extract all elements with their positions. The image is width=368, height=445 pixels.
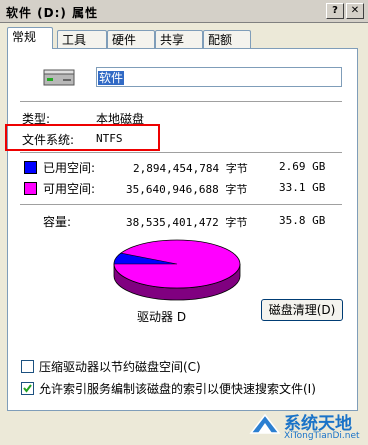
- fs-value: NTFS: [96, 132, 123, 145]
- checkmark-icon: [23, 384, 32, 393]
- separator: [20, 101, 342, 103]
- window-title: 软件 (D:) 属性: [6, 6, 99, 20]
- capacity-bytes: 38,535,401,472 字节: [126, 216, 248, 229]
- used-size: 2.69 GB: [279, 160, 326, 173]
- index-label: 允许索引服务编制该磁盘的索引以便快速搜索文件(I): [39, 382, 316, 396]
- disk-usage-pie-chart: [113, 239, 241, 301]
- free-size: 33.1 GB: [279, 181, 326, 194]
- used-label: 已用空间:: [43, 161, 96, 175]
- drive-label: 驱动器 D: [137, 310, 187, 324]
- fs-label: 文件系统:: [22, 133, 75, 147]
- volume-label-text: 软件: [98, 71, 125, 85]
- watermark-url: XiTongTianDi.net: [284, 431, 360, 441]
- volume-label-input[interactable]: 软件: [96, 67, 342, 87]
- free-color-swatch: [24, 182, 37, 195]
- tab-quota[interactable]: 配额: [203, 30, 251, 48]
- separator: [20, 204, 342, 206]
- drive-icon: [43, 69, 75, 86]
- compress-checkbox[interactable]: [21, 360, 34, 373]
- used-bytes: 2,894,454,784 字节: [133, 162, 248, 175]
- watermark-logo-icon: [249, 413, 281, 434]
- close-button[interactable]: ✕: [346, 3, 364, 19]
- help-button[interactable]: ?: [326, 3, 344, 19]
- tab-hardware[interactable]: 硬件: [107, 30, 155, 48]
- index-checkbox[interactable]: [21, 382, 34, 395]
- disk-cleanup-button[interactable]: 磁盘清理(D): [261, 299, 343, 321]
- tab-general[interactable]: 常规: [7, 27, 53, 49]
- watermark: 系统天地 XiTongTianDi.net: [248, 407, 366, 445]
- capacity-label: 容量:: [43, 215, 72, 229]
- separator: [20, 152, 342, 154]
- compress-label: 压缩驱动器以节约磁盘空间(C): [39, 360, 201, 374]
- title-bar: 软件 (D:) 属性 ? ✕: [0, 0, 368, 23]
- tab-tools[interactable]: 工具: [57, 30, 107, 48]
- tab-sharing[interactable]: 共享: [155, 30, 203, 48]
- used-color-swatch: [24, 161, 37, 174]
- capacity-size: 35.8 GB: [279, 214, 326, 227]
- free-label: 可用空间:: [43, 182, 96, 196]
- free-bytes: 35,640,946,688 字节: [126, 183, 248, 196]
